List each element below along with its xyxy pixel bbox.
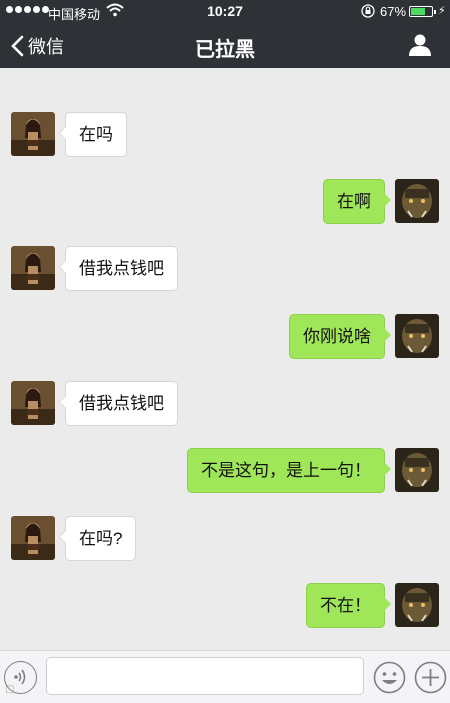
emoji-icon[interactable] (373, 661, 406, 694)
outgoing-message[interactable]: 不是这句，是上一句！ (187, 448, 391, 493)
contact-avatar[interactable] (11, 516, 55, 560)
plus-icon[interactable] (414, 661, 447, 694)
my-avatar[interactable] (395, 583, 439, 627)
my-avatar[interactable] (395, 448, 439, 492)
status-bar: 中国移动 10:27 67% ⚡ (0, 0, 450, 24)
message-row: 借我点钱吧 (11, 246, 178, 291)
top-bar: 中国移动 10:27 67% ⚡ 微信 已拉黑 (0, 0, 450, 68)
outgoing-message[interactable]: 你刚说啥 (289, 314, 391, 359)
message-row: 你刚说啥 (289, 314, 439, 359)
watermark-logo: ▢ (5, 684, 15, 695)
my-avatar[interactable] (395, 179, 439, 223)
message-input[interactable] (46, 657, 364, 695)
input-bar (0, 650, 450, 703)
message-row: 在吗 (11, 112, 127, 157)
incoming-message[interactable]: 在吗 (59, 112, 127, 157)
battery-percent: 67% (380, 4, 407, 19)
contact-avatar[interactable] (11, 112, 55, 156)
outgoing-message[interactable]: 在啊 (323, 179, 391, 224)
rotation-lock-icon (361, 4, 375, 18)
message-row: 在吗? (11, 516, 137, 561)
outgoing-message[interactable]: 不在！ (306, 583, 391, 628)
message-row: 不在！ (306, 583, 439, 628)
message-row: 借我点钱吧 (11, 381, 178, 426)
incoming-message[interactable]: 借我点钱吧 (59, 381, 178, 426)
person-icon[interactable] (408, 33, 432, 57)
nav-bar: 微信 已拉黑 (0, 24, 450, 68)
message-row: 不是这句，是上一句！ (187, 448, 439, 493)
contact-avatar[interactable] (11, 381, 55, 425)
chat-title: 已拉黑 (195, 39, 255, 61)
my-avatar[interactable] (395, 314, 439, 358)
battery-icon (409, 6, 436, 17)
contact-avatar[interactable] (11, 246, 55, 290)
incoming-message[interactable]: 在吗? (58, 516, 137, 561)
charging-icon: ⚡ (438, 5, 446, 17)
message-row: 在啊 (323, 179, 439, 224)
chat-area[interactable]: 在吗 在啊 借我点钱吧 你刚说啥 借我点钱吧 不是这句，是上一句！ 在吗? 不在… (0, 68, 450, 650)
incoming-message[interactable]: 借我点钱吧 (59, 246, 178, 291)
